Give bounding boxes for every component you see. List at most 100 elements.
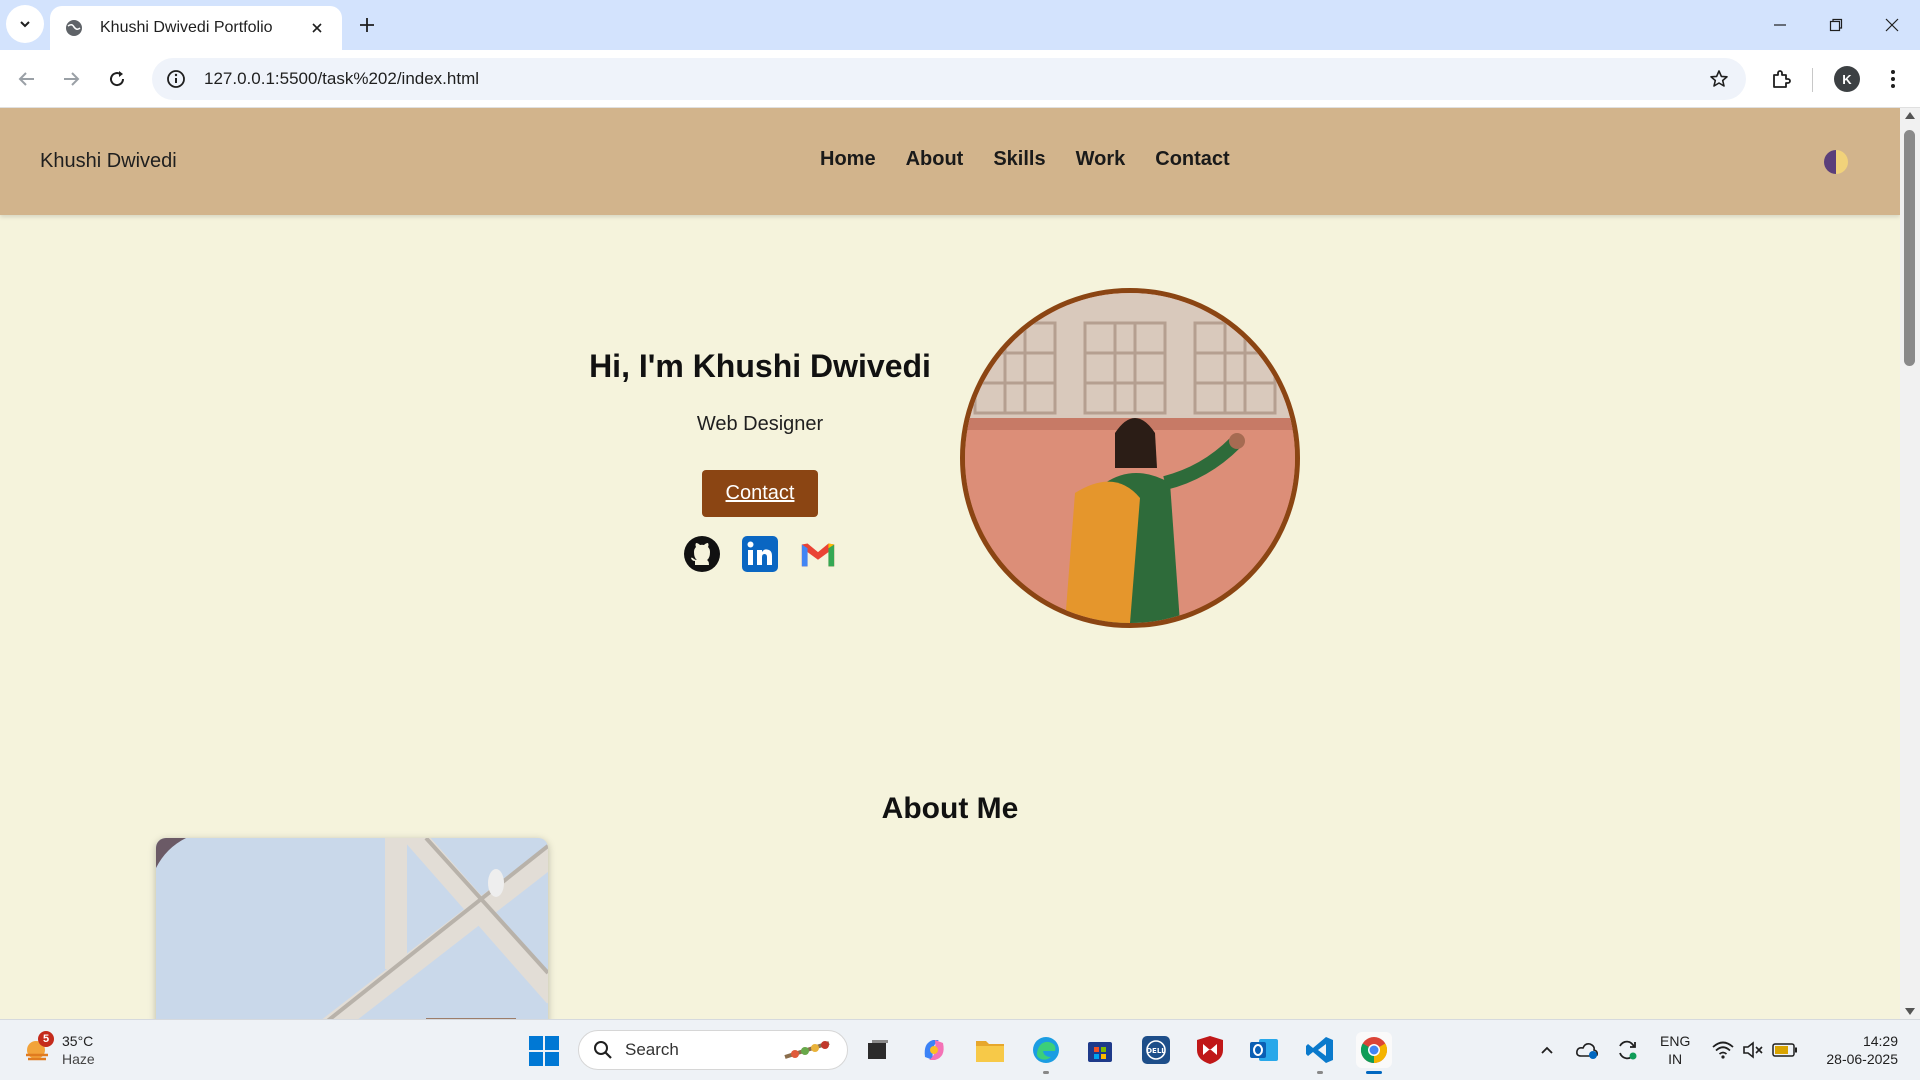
search-icon <box>594 1041 612 1059</box>
new-tab-button[interactable] <box>352 10 382 40</box>
more-vertical-icon <box>1891 70 1895 88</box>
reload-button[interactable] <box>102 64 132 94</box>
close-window-button[interactable] <box>1864 0 1920 50</box>
taskbar-search-label: Search <box>625 1040 679 1059</box>
minimize-icon <box>1774 24 1786 26</box>
scroll-down-arrow-icon[interactable] <box>1905 1008 1915 1015</box>
chevron-down-icon <box>20 21 30 28</box>
browser-menu-button[interactable] <box>1878 64 1908 94</box>
site-info-icon[interactable] <box>164 67 188 91</box>
wifi-icon <box>1712 1041 1734 1059</box>
task-view-app[interactable] <box>860 1032 896 1068</box>
scrollbar-thumb[interactable] <box>1904 130 1915 366</box>
store-icon <box>1088 1042 1112 1062</box>
minimize-button[interactable] <box>1752 0 1808 50</box>
about-photo <box>156 838 548 1019</box>
outlook-app[interactable] <box>1246 1032 1282 1068</box>
start-button[interactable] <box>528 1035 560 1067</box>
nav-skills[interactable]: Skills <box>993 148 1045 171</box>
profile-photo <box>960 288 1300 628</box>
hero-subtitle: Web Designer <box>696 413 824 435</box>
sync-icon <box>1619 1040 1637 1060</box>
language-region: IN <box>1668 1051 1683 1067</box>
bookmark-button[interactable] <box>1704 64 1734 94</box>
site-brand[interactable]: Khushi Dwivedi <box>40 150 177 173</box>
page-scrollbar[interactable] <box>1900 108 1920 1019</box>
folder-icon <box>976 1041 1004 1062</box>
file-explorer-app[interactable] <box>972 1032 1008 1068</box>
weather-widget[interactable]: 5 35°C Haze <box>22 1031 95 1068</box>
clock-time: 14:29 <box>1862 1033 1898 1049</box>
url-text[interactable]: 127.0.0.1:5500/task%202/index.html <box>204 69 1704 89</box>
system-clock[interactable]: 14:29 28-06-2025 <box>1812 1032 1898 1068</box>
store-app[interactable] <box>1082 1032 1118 1068</box>
site-header: Khushi Dwivedi Home About Skills Work Co… <box>0 108 1900 215</box>
language-indicator[interactable]: ENG IN <box>1660 1032 1690 1068</box>
close-icon <box>1885 18 1899 32</box>
browser-toolbar: 127.0.0.1:5500/task%202/index.html K <box>0 50 1920 108</box>
browser-tab-bar: Khushi Dwivedi Portfolio <box>0 0 1920 50</box>
battery-icon <box>1772 1043 1797 1057</box>
back-button[interactable] <box>12 64 42 94</box>
chrome-app[interactable] <box>1356 1032 1392 1074</box>
arrow-left-icon <box>18 72 34 86</box>
restore-button[interactable] <box>1808 0 1864 50</box>
sync-tray[interactable] <box>1614 1037 1640 1063</box>
wifi-tray[interactable] <box>1710 1037 1736 1063</box>
battery-tray[interactable] <box>1772 1037 1798 1063</box>
cloud-icon <box>1576 1043 1598 1059</box>
language-code: ENG <box>1660 1033 1691 1049</box>
address-bar[interactable]: 127.0.0.1:5500/task%202/index.html <box>152 58 1746 100</box>
weather-condition: Haze <box>62 1051 95 1067</box>
weather-temperature: 35°C <box>62 1033 94 1049</box>
github-icon[interactable] <box>683 535 721 573</box>
arrow-right-icon <box>64 72 80 86</box>
nav-about[interactable]: About <box>906 148 964 171</box>
globe-icon <box>66 20 82 36</box>
app-running-indicator <box>1317 1071 1323 1074</box>
app-running-indicator <box>1043 1071 1049 1074</box>
copilot-app[interactable] <box>916 1032 952 1068</box>
search-highlight-icon <box>784 1041 830 1059</box>
restore-icon <box>1829 18 1843 32</box>
weather-alert-badge: 5 <box>38 1031 54 1047</box>
social-links <box>560 535 960 573</box>
chevron-up-icon <box>1541 1046 1553 1054</box>
copilot-icon <box>924 1040 944 1060</box>
contact-button[interactable]: Contact <box>701 470 819 517</box>
vscode-app[interactable] <box>1302 1032 1338 1074</box>
volume-mute-icon <box>1743 1041 1763 1059</box>
tab-title: Khushi Dwivedi Portfolio <box>100 19 273 36</box>
star-icon <box>1710 70 1728 87</box>
theme-toggle-icon[interactable] <box>1824 150 1848 174</box>
windows-logo-icon <box>529 1036 559 1066</box>
gmail-icon[interactable] <box>799 535 837 573</box>
taskbar-search[interactable]: Search <box>578 1030 848 1070</box>
tab-close-button[interactable] <box>306 17 328 39</box>
dell-icon: DELL <box>1142 1036 1170 1064</box>
dell-app[interactable]: DELL <box>1138 1032 1174 1068</box>
edge-app[interactable] <box>1028 1032 1064 1074</box>
onedrive-tray[interactable] <box>1574 1037 1600 1063</box>
site-nav: Home About Skills Work Contact <box>820 148 1230 171</box>
shield-icon <box>1197 1036 1223 1064</box>
toolbar-divider <box>1812 68 1813 92</box>
volume-tray[interactable] <box>1740 1037 1766 1063</box>
reload-icon <box>110 71 125 87</box>
hero-title: Hi, I'm Khushi Dwivedi <box>589 348 931 384</box>
profile-avatar[interactable]: K <box>1834 66 1860 92</box>
tab-search-button[interactable] <box>6 5 44 43</box>
forward-button[interactable] <box>56 64 86 94</box>
plus-icon <box>360 18 374 32</box>
nav-home[interactable]: Home <box>820 148 876 171</box>
nav-contact[interactable]: Contact <box>1155 148 1229 171</box>
mcafee-app[interactable] <box>1192 1032 1228 1068</box>
nav-work[interactable]: Work <box>1076 148 1126 171</box>
extensions-button[interactable] <box>1766 64 1796 94</box>
linkedin-icon[interactable] <box>741 535 779 573</box>
close-icon <box>312 23 322 33</box>
active-tab[interactable]: Khushi Dwivedi Portfolio <box>50 6 342 50</box>
scroll-up-arrow-icon[interactable] <box>1905 112 1915 119</box>
clock-date: 28-06-2025 <box>1826 1051 1898 1067</box>
tray-overflow-button[interactable] <box>1534 1037 1560 1063</box>
